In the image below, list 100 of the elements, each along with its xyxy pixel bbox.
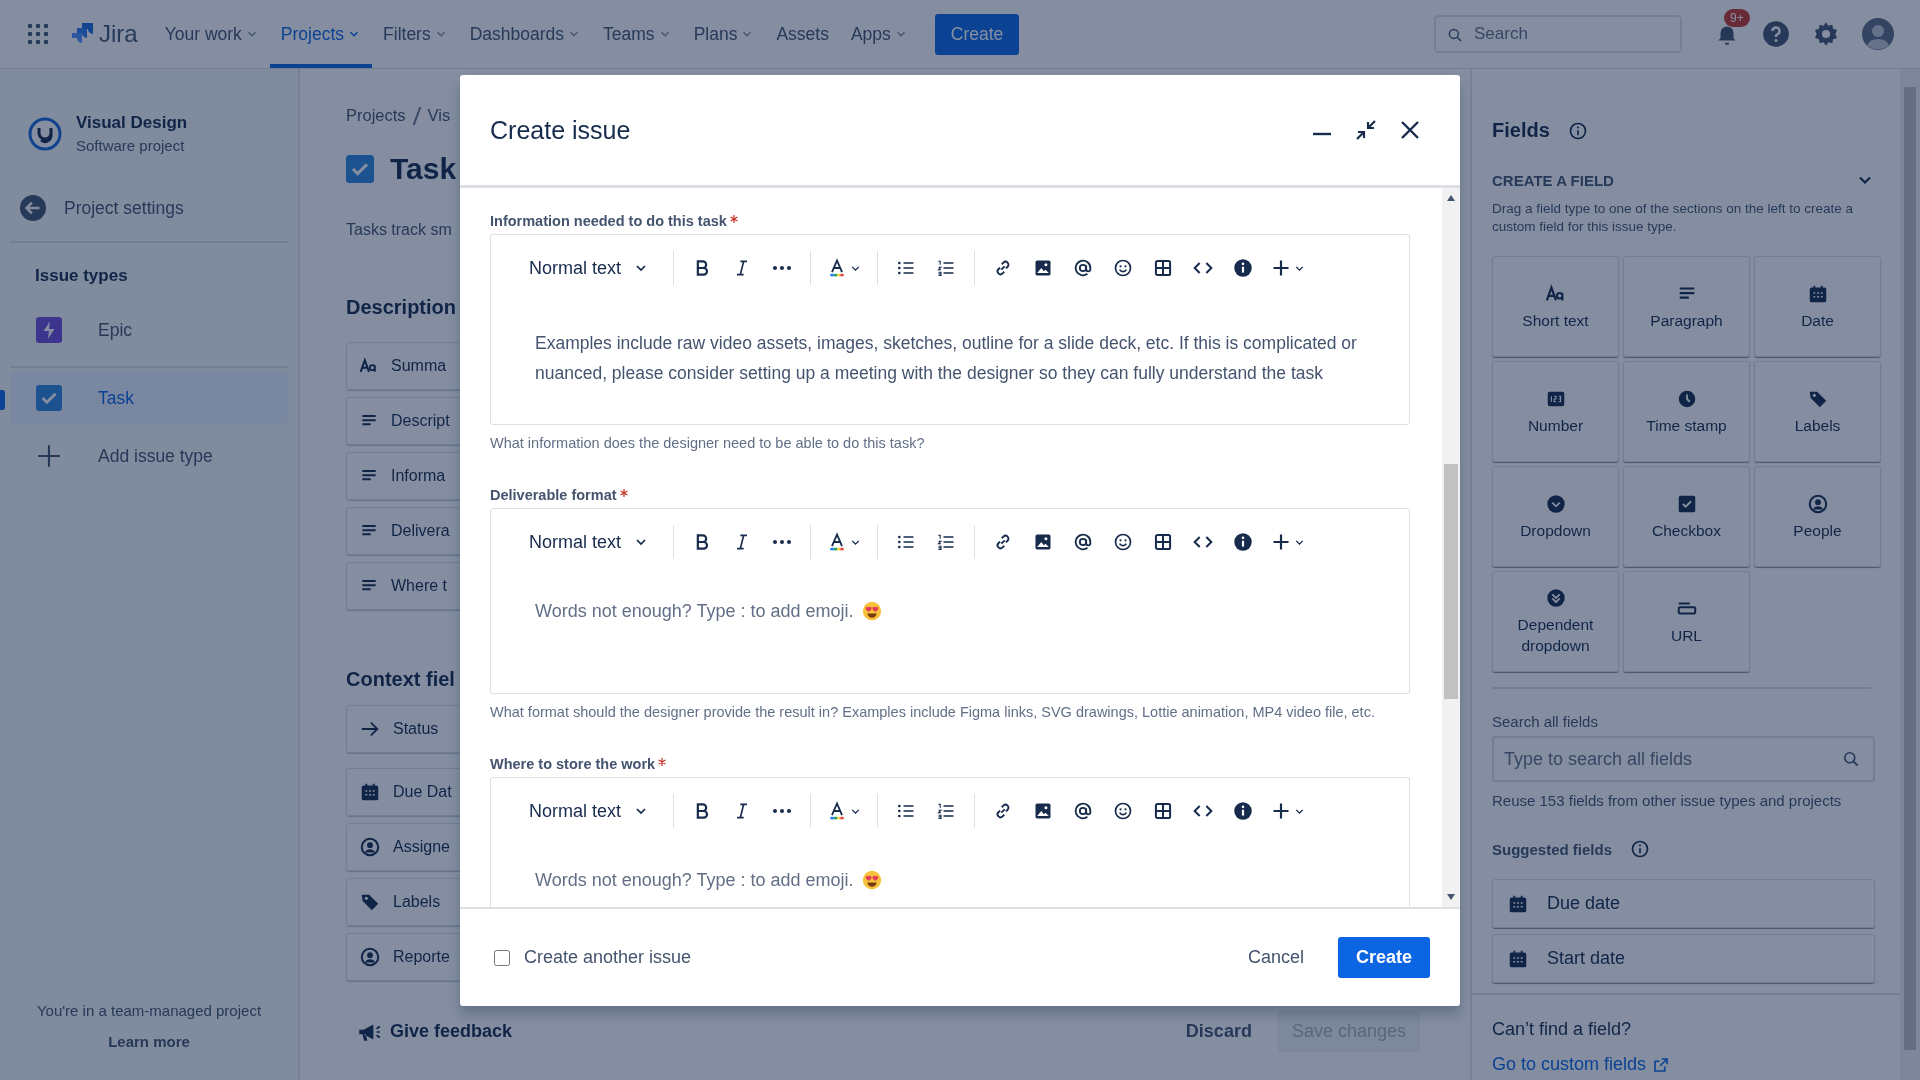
search-field[interactable]: Search	[1434, 15, 1682, 53]
custom-fields-link[interactable]: Go to custom fields	[1492, 1054, 1875, 1076]
field-type-tile[interactable]: People	[1754, 466, 1881, 568]
issue-type-item[interactable]: Epic	[10, 304, 288, 356]
info-icon	[1233, 801, 1254, 821]
scroll-down-icon[interactable]	[1446, 893, 1456, 901]
numbered-list-icon	[936, 801, 957, 821]
text-style-dropdown[interactable]: Normal text	[527, 800, 666, 822]
discard-button[interactable]: Discard	[1171, 1013, 1266, 1050]
panel-title: Fields	[1492, 119, 1550, 142]
field-type-tile[interactable]: Number	[1492, 361, 1619, 463]
field-type-tile[interactable]: Checkbox	[1623, 466, 1750, 568]
numbered-list-icon	[936, 532, 957, 552]
page-subtitle: Tasks track sm	[346, 221, 452, 239]
table-icon	[1153, 532, 1174, 552]
checkbox-label: Create another issue	[524, 947, 692, 968]
text-style-dropdown[interactable]: Normal text	[527, 531, 666, 553]
heart-eyes-emoji-icon	[861, 870, 882, 890]
field-name: Assigne	[393, 838, 450, 856]
more-icon	[772, 808, 793, 814]
team-managed-note: You're in a team-managed project	[36, 1002, 262, 1019]
project-type: Software project	[76, 137, 186, 154]
field-label: Information needed to do this task	[490, 213, 727, 229]
rich-text-editor[interactable]	[490, 234, 1410, 425]
plus-icon[interactable]	[36, 443, 62, 469]
create-button[interactable]: Create	[934, 13, 1020, 55]
text-style-dropdown[interactable]: Normal text	[527, 257, 666, 279]
app-switcher-icon[interactable]	[27, 23, 49, 45]
product-name[interactable]: Jira	[99, 20, 138, 48]
info-outline-icon	[1567, 120, 1588, 141]
mention-icon	[1073, 532, 1094, 552]
field-name: Labels	[393, 893, 441, 911]
info-icon	[1233, 532, 1254, 552]
field-name: Delivera	[391, 522, 450, 540]
field-type-tile[interactable]: Labels	[1754, 361, 1881, 463]
field-type-tile[interactable]: Paragraph	[1623, 256, 1750, 358]
project-settings-link[interactable]: Project settings	[64, 197, 184, 219]
feedback-link[interactable]: Give feedback	[356, 1018, 513, 1045]
nav-menu-item[interactable]: Assets	[765, 0, 840, 68]
field-type-tile[interactable]: URL	[1623, 571, 1750, 673]
search-label: Search all fields	[1492, 713, 1599, 731]
collapse-icon[interactable]	[1354, 118, 1378, 142]
section-title: Suggested fields	[1492, 840, 1613, 858]
nav-menu-item[interactable]: Plans	[682, 0, 766, 68]
image-icon	[1033, 532, 1054, 552]
numbered-list-icon	[936, 258, 957, 278]
scrollbar[interactable]	[1442, 188, 1460, 907]
suggested-field[interactable]: Start date	[1492, 934, 1875, 984]
table-icon	[1153, 801, 1174, 821]
breadcrumb-link[interactable]: Vis	[427, 106, 451, 125]
suggested-field[interactable]: Due date	[1492, 879, 1875, 929]
editor-placeholder: Words not enough? Type : to add emoji.	[535, 600, 854, 622]
scroll-up-icon[interactable]	[1446, 194, 1456, 202]
checkbox[interactable]	[494, 949, 510, 966]
field-name: Summa	[391, 357, 447, 375]
search-field[interactable]: Type to search all fields	[1492, 736, 1875, 783]
more-icon	[772, 539, 793, 545]
create-button[interactable]: Create	[1337, 937, 1430, 978]
image-icon	[1033, 801, 1054, 821]
emoji-icon	[1113, 532, 1134, 552]
table-icon	[1153, 258, 1174, 278]
section-title: CREATE A FIELD	[1492, 171, 1614, 189]
rich-text-editor[interactable]: Normal text Words not enough? Type : to add emoji.	[490, 508, 1410, 694]
nav-menu-item[interactable]: Your work	[153, 0, 270, 68]
field-type-tile[interactable]: Dropdown	[1492, 466, 1619, 568]
issue-type-item[interactable]: Task	[10, 372, 288, 424]
double-chevron-icon	[1544, 587, 1567, 610]
section-heading: Context fiel	[346, 668, 455, 691]
emoji-icon	[1113, 801, 1134, 821]
field-name: Descript	[391, 412, 450, 430]
nav-menu-item[interactable]: Teams	[592, 0, 683, 68]
learn-more-link[interactable]: Learn more	[108, 1033, 190, 1050]
field-name: Status	[393, 720, 439, 738]
breadcrumb-link[interactable]: Projects	[346, 106, 406, 125]
page-title: Task	[390, 152, 457, 186]
settings-icon[interactable]	[1812, 20, 1840, 48]
external-link-icon	[1652, 1055, 1671, 1074]
cancel-button[interactable]: Cancel	[1231, 937, 1320, 978]
help-icon[interactable]	[1762, 20, 1790, 48]
field-help-text: What format should the designer provide the result in? Examples include Figma links, SVG drawings, Lottie animation, MP4 video file, etc.	[490, 704, 1376, 720]
field-name: Due Dat	[393, 783, 452, 801]
add-issue-type-link[interactable]: Add issue type	[98, 445, 213, 467]
nav-menu-item[interactable]: Filters	[372, 0, 459, 68]
field-type-tile[interactable]: Date	[1754, 256, 1881, 358]
avatar[interactable]	[1862, 18, 1894, 50]
rich-text-editor[interactable]: Normal text Words not enough? Type : to add emoji.	[490, 777, 1410, 907]
section-heading: Description	[346, 296, 457, 319]
field-type-tile[interactable]: Short text	[1492, 256, 1619, 358]
mention-icon	[1073, 258, 1094, 278]
nav-menu-item[interactable]: Dashboards	[458, 0, 593, 68]
field-type-tile[interactable]: Dependent dropdown	[1492, 571, 1619, 673]
checkbox-icon	[346, 155, 374, 183]
nav-menu-item[interactable]: Apps	[839, 0, 919, 68]
lightning-icon	[36, 317, 62, 343]
field-type-tile[interactable]: Time stamp	[1623, 361, 1750, 463]
notification-badge: 9+	[1724, 9, 1750, 27]
search-hint: Reuse 153 fields from other issue types and projects	[1492, 792, 1843, 810]
field-name: Reporte	[393, 948, 450, 966]
image-icon	[1033, 258, 1054, 278]
scrollbar[interactable]	[1900, 69, 1920, 1080]
